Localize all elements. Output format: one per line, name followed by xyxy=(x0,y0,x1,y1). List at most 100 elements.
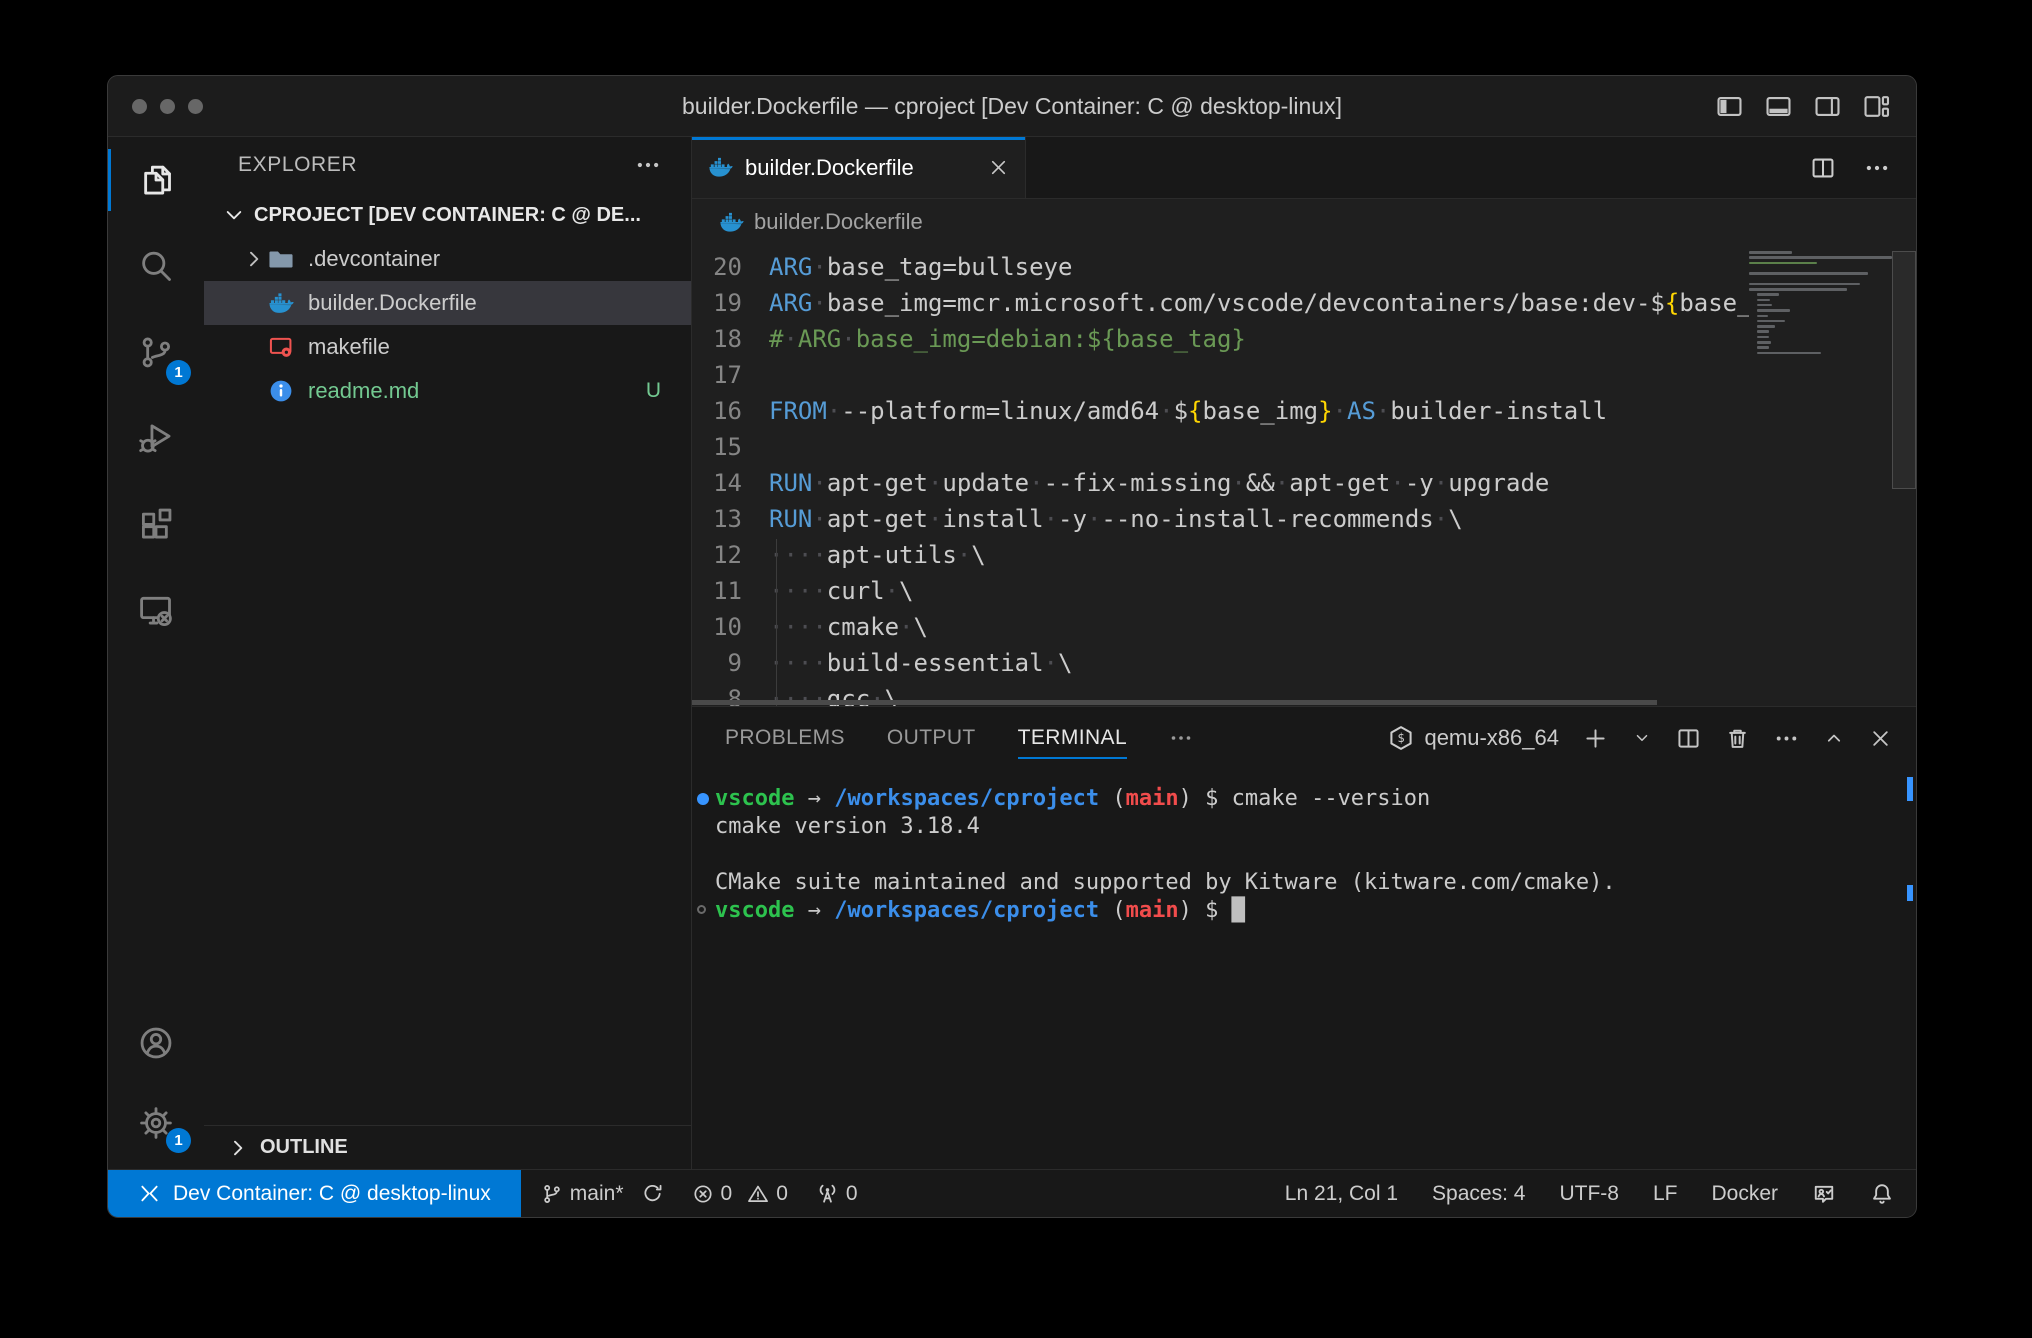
tab-output[interactable]: OUTPUT xyxy=(887,707,976,769)
activity-remote-explorer[interactable] xyxy=(108,567,204,653)
encoding[interactable]: UTF-8 xyxy=(1559,1182,1619,1206)
code-line[interactable]: 10····cmake·\ xyxy=(692,609,1749,645)
code-lines: 20ARG·base_tag=bullseye19ARG·base_img=mc… xyxy=(692,249,1749,706)
ports-status[interactable]: 0 xyxy=(816,1182,858,1206)
activity-source-control[interactable]: 1 xyxy=(108,309,204,395)
activity-extensions[interactable] xyxy=(108,481,204,567)
eol-sequence[interactable]: LF xyxy=(1653,1182,1678,1206)
minimap-line xyxy=(1757,336,1769,339)
panel-more-actions-icon[interactable] xyxy=(1774,726,1799,751)
code-line[interactable]: 17 xyxy=(692,357,1749,393)
terminal-line: vscode → /workspaces/cproject (main) $ c… xyxy=(715,785,1916,813)
shell-cube-icon: $ xyxy=(1388,725,1414,751)
problems-status[interactable]: 0 0 xyxy=(692,1182,788,1206)
terminal-overview-mark xyxy=(1907,777,1913,801)
minimap-line xyxy=(1757,352,1821,355)
tree-item-devcontainer[interactable]: .devcontainer xyxy=(204,237,691,281)
explorer-sidebar: EXPLORER CPROJECT [DEV CONTAINER: C @ DE… xyxy=(204,137,691,1169)
split-editor-icon[interactable] xyxy=(1810,155,1836,181)
files-icon xyxy=(138,162,174,198)
tab-problems[interactable]: PROBLEMS xyxy=(725,707,845,769)
toggle-primary-sidebar-icon[interactable] xyxy=(1716,93,1743,120)
chevron-right-icon xyxy=(242,247,268,271)
notifications-bell-icon[interactable] xyxy=(1870,1182,1894,1206)
minimap-line xyxy=(1749,272,1868,275)
code-line[interactable]: 13RUN·apt-get·install·-y·--no-install-re… xyxy=(692,501,1749,537)
terminal-launch-dropdown-icon[interactable] xyxy=(1632,728,1652,748)
remote-indicator[interactable]: Dev Container: C @ desktop-linux xyxy=(108,1170,521,1217)
breadcrumb[interactable]: builder.Dockerfile xyxy=(692,199,1916,245)
docker-icon xyxy=(708,155,733,180)
minimap[interactable] xyxy=(1749,251,1892,706)
split-terminal-icon[interactable] xyxy=(1676,726,1701,751)
cursor-position[interactable]: Ln 21, Col 1 xyxy=(1285,1182,1398,1206)
command-decoration-icon[interactable] xyxy=(697,905,706,914)
activity-run-debug[interactable] xyxy=(108,395,204,481)
activity-search[interactable] xyxy=(108,223,204,309)
toggle-panel-icon[interactable] xyxy=(1765,93,1792,120)
terminal-profile[interactable]: $ qemu-x86_64 xyxy=(1388,725,1559,751)
bottom-panel: PROBLEMS OUTPUT TERMINAL $ xyxy=(692,706,1916,1169)
terminal-output[interactable]: vscode → /workspaces/cproject (main) $ c… xyxy=(692,769,1916,1169)
sync-icon[interactable] xyxy=(641,1182,664,1205)
minimap-line xyxy=(1757,330,1769,333)
indentation[interactable]: Spaces: 4 xyxy=(1432,1182,1525,1206)
minimap-line xyxy=(1757,325,1775,328)
kill-terminal-icon[interactable] xyxy=(1725,726,1750,751)
code-line[interactable]: 16FROM·--platform=linux/amd64·${base_img… xyxy=(692,393,1749,429)
error-icon xyxy=(692,1183,714,1205)
terminal-line: vscode → /workspaces/cproject (main) $ █ xyxy=(715,897,1916,925)
command-decoration-icon[interactable] xyxy=(697,793,709,805)
editor-horizontal-scrollbar[interactable] xyxy=(692,700,1657,705)
status-bar: Dev Container: C @ desktop-linux main* 0 xyxy=(108,1169,1916,1217)
tab-terminal[interactable]: TERMINAL xyxy=(1018,707,1127,769)
tree-item-builder-dockerfile[interactable]: builder.Dockerfile xyxy=(204,281,691,325)
maximize-panel-icon[interactable] xyxy=(1823,727,1845,749)
panel-more-tabs-icon[interactable] xyxy=(1169,707,1193,769)
feedback-icon[interactable] xyxy=(1812,1182,1836,1206)
language-mode[interactable]: Docker xyxy=(1711,1182,1778,1206)
toggle-secondary-sidebar-icon[interactable] xyxy=(1814,93,1841,120)
close-window-button[interactable] xyxy=(132,99,147,114)
code-line[interactable]: 12····apt-utils·\ xyxy=(692,537,1749,573)
svg-text:$: $ xyxy=(1398,731,1405,745)
minimize-window-button[interactable] xyxy=(160,99,175,114)
makefile-icon xyxy=(268,334,294,360)
tree-item-readme[interactable]: readme.md U xyxy=(204,369,691,413)
minimap-line xyxy=(1749,251,1792,254)
remote-icon xyxy=(138,1182,161,1205)
explorer-more-actions-icon[interactable] xyxy=(635,152,661,178)
close-tab-icon[interactable] xyxy=(988,157,1009,178)
activity-settings[interactable]: 1 xyxy=(108,1083,204,1163)
remote-explorer-icon xyxy=(138,592,174,628)
code-line[interactable]: 9····build-essential·\ xyxy=(692,645,1749,681)
folder-icon xyxy=(268,246,294,272)
minimap-line xyxy=(1757,293,1779,296)
minimap-line xyxy=(1749,256,1892,259)
code-line[interactable]: 14RUN·apt-get·update·--fix-missing·&&·ap… xyxy=(692,465,1749,501)
code-line[interactable]: 20ARG·base_tag=bullseye xyxy=(692,249,1749,285)
terminal-line: CMake suite maintained and supported by … xyxy=(715,869,1916,897)
tree-item-makefile[interactable]: makefile xyxy=(204,325,691,369)
editor-more-actions-icon[interactable] xyxy=(1864,155,1890,181)
code-line[interactable]: 19ARG·base_img=mcr.microsoft.com/vscode/… xyxy=(692,285,1749,321)
close-panel-icon[interactable] xyxy=(1869,727,1892,750)
editor-vertical-scrollbar[interactable] xyxy=(1892,251,1916,489)
outline-section-header[interactable]: OUTLINE xyxy=(204,1125,691,1169)
tab-builder-dockerfile[interactable]: builder.Dockerfile xyxy=(692,137,1026,198)
new-terminal-icon[interactable] xyxy=(1583,726,1608,751)
minimap-line xyxy=(1749,262,1817,265)
workspace-section-header[interactable]: CPROJECT [DEV CONTAINER: C @ DE... xyxy=(204,193,691,237)
radio-tower-icon xyxy=(816,1182,839,1205)
activity-accounts[interactable] xyxy=(108,1003,204,1083)
code-line[interactable]: 18#·ARG·base_img=debian:${base_tag} xyxy=(692,321,1749,357)
warning-icon xyxy=(747,1183,769,1205)
activity-explorer[interactable] xyxy=(108,137,204,223)
customize-layout-icon[interactable] xyxy=(1863,93,1890,120)
code-line[interactable]: 11····curl·\ xyxy=(692,573,1749,609)
minimap-line xyxy=(1757,346,1769,349)
git-branch-status[interactable]: main* xyxy=(541,1182,664,1206)
code-editor[interactable]: 20ARG·base_tag=bullseye19ARG·base_img=mc… xyxy=(692,245,1916,706)
zoom-window-button[interactable] xyxy=(188,99,203,114)
code-line[interactable]: 15 xyxy=(692,429,1749,465)
